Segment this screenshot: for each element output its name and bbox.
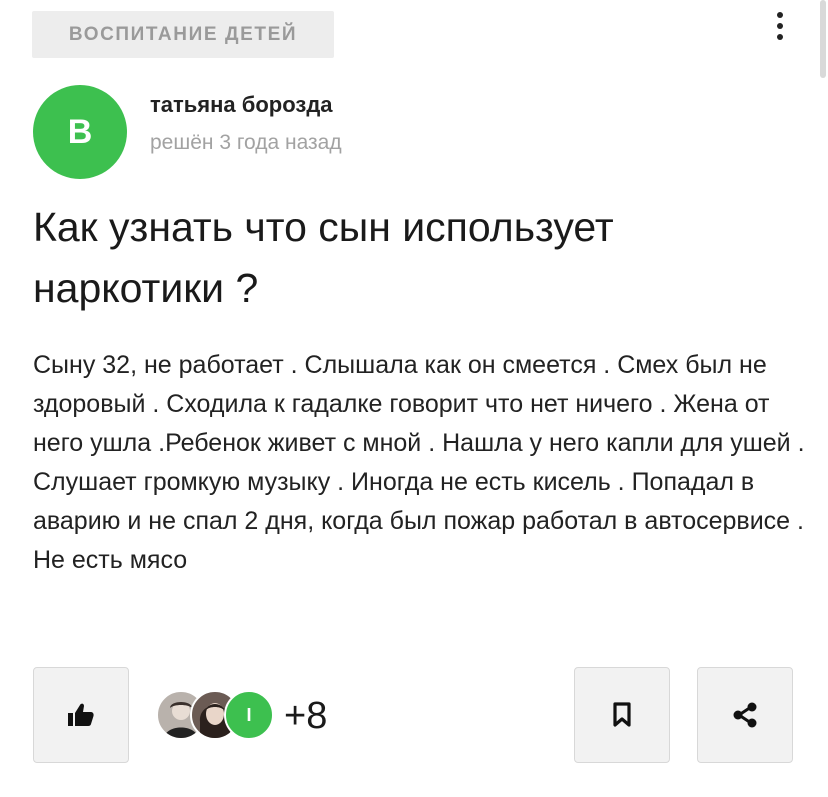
- like-button[interactable]: [33, 667, 129, 763]
- question-status: решён 3 года назад: [150, 131, 342, 154]
- category-tag[interactable]: ВОСПИТАНИЕ ДЕТЕЙ: [32, 11, 334, 58]
- share-icon: [731, 701, 759, 729]
- thumbs-up-icon: [66, 702, 96, 728]
- supporters-avatars[interactable]: I: [156, 690, 276, 742]
- author-name[interactable]: татьяна борозда: [150, 92, 333, 118]
- bookmark-button[interactable]: [574, 667, 670, 763]
- question-title: Как узнать что сын использует наркотики …: [33, 204, 614, 311]
- scrollbar[interactable]: [820, 0, 826, 78]
- more-vertical-icon[interactable]: [770, 8, 790, 44]
- share-button[interactable]: [697, 667, 793, 763]
- question-body: Сыну 32, не работает . Слышала как он см…: [33, 351, 805, 574]
- bookmark-icon: [612, 702, 632, 728]
- author-avatar[interactable]: В: [33, 85, 127, 179]
- supporters-count[interactable]: +8: [284, 692, 327, 740]
- supporter-avatar: I: [224, 690, 274, 740]
- question-page: ВОСПИТАНИЕ ДЕТЕЙ В татьяна борозда решён…: [0, 0, 828, 797]
